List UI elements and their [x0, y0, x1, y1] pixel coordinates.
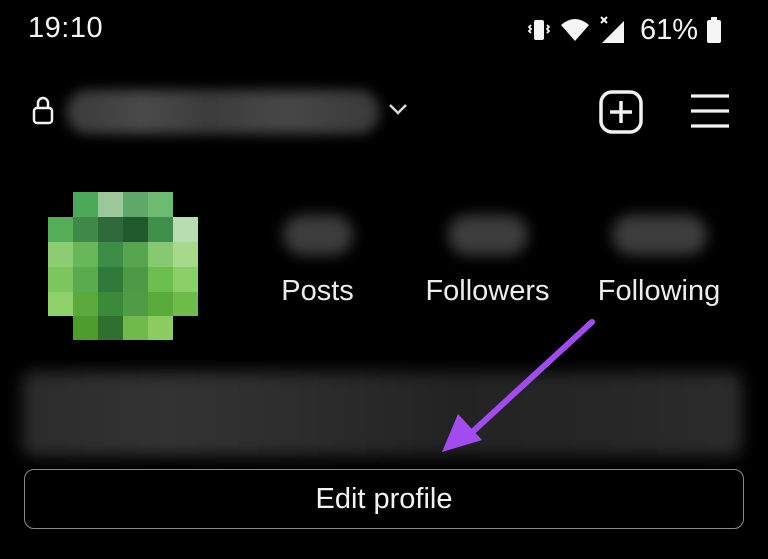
bio-redacted	[22, 372, 742, 456]
status-bar: 19:10 61%	[0, 0, 768, 60]
stat-following[interactable]: Following	[594, 215, 724, 308]
wifi-icon	[560, 17, 590, 43]
lock-icon	[32, 95, 54, 130]
profile-stats: Posts Followers Following	[260, 215, 740, 315]
followers-count-redacted	[447, 215, 528, 255]
status-icons: 61%	[526, 12, 722, 48]
add-square-icon[interactable]	[598, 89, 644, 135]
battery-icon	[706, 16, 722, 44]
vibrate-icon	[526, 17, 552, 43]
chevron-down-icon[interactable]	[386, 101, 410, 122]
edit-profile-button[interactable]: Edit profile	[24, 469, 744, 529]
username-redacted[interactable]	[66, 90, 380, 134]
status-time: 19:10	[28, 12, 104, 44]
following-count-redacted	[611, 215, 707, 255]
stat-followers[interactable]: Followers	[420, 215, 555, 308]
following-label: Following	[597, 275, 721, 307]
posts-label: Posts	[281, 275, 354, 307]
followers-label: Followers	[425, 275, 550, 307]
profile-header	[0, 75, 768, 145]
posts-count-redacted	[282, 215, 353, 255]
battery-percent: 61%	[639, 13, 698, 46]
avatar[interactable]	[48, 192, 198, 340]
stat-posts[interactable]: Posts	[275, 215, 360, 308]
signal-icon	[598, 15, 628, 45]
hamburger-menu-icon[interactable]	[688, 91, 732, 131]
